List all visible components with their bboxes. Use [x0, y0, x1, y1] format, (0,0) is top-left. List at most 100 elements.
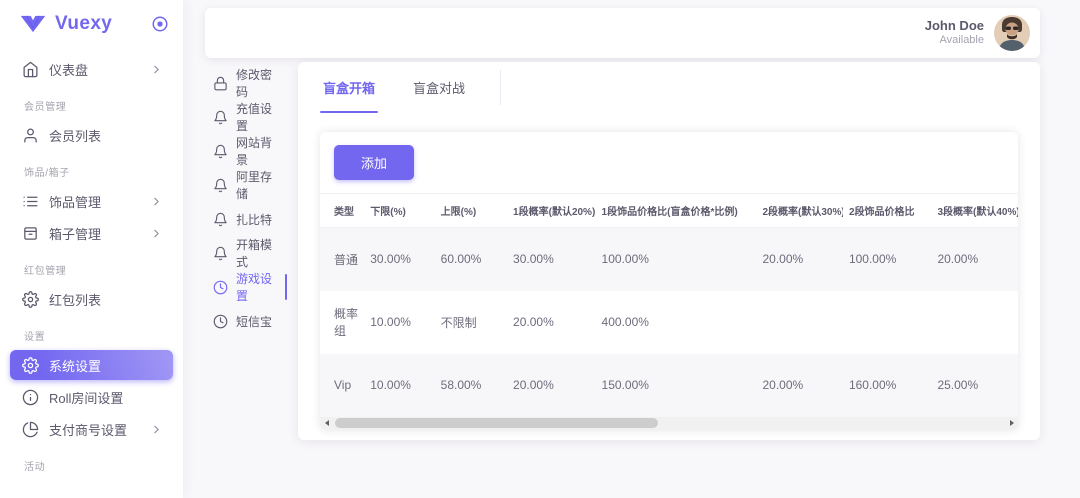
scroll-left-arrow-icon[interactable] [320, 417, 333, 430]
sidebar-item-member-list[interactable]: 会员列表 [10, 120, 173, 150]
submenu-item-label: 阿里存储 [236, 168, 283, 202]
user-name: John Doe [925, 18, 984, 34]
tab-blindbox-open[interactable]: 盲盒开箱 [320, 62, 378, 113]
box-icon [22, 225, 39, 242]
sidebar-item-system-settings[interactable]: 系统设置 [10, 350, 173, 380]
cell-stage1-probability: 20.00% [507, 291, 596, 354]
settings-submenu: 修改密码 充值设置 网站背景 阿里存储 扎比特 开箱模式 游戏设置 短信宝 [205, 66, 283, 338]
add-button[interactable]: 添加 [334, 145, 414, 180]
tab-bar: 盲盒开箱 盲盒对战 [298, 62, 1040, 113]
sidebar-item-label: Roll房间设置 [49, 388, 123, 407]
submenu-item-ali-storage[interactable]: 阿里存储 [205, 168, 283, 202]
cell-stage2-price-ratio [843, 291, 932, 354]
chevron-right-icon [150, 63, 163, 76]
clock-icon [213, 280, 228, 295]
col-header-stage1-probability: 1段概率(默认20%) [507, 194, 596, 228]
col-header-lower-limit: 下限(%) [364, 194, 434, 228]
user-icon [22, 127, 39, 144]
cell-stage1-probability: 30.00% [507, 228, 596, 291]
user-info: John Doe Available [925, 18, 984, 48]
sidebar-pin-toggle[interactable] [151, 15, 169, 33]
submenu-item-game-settings[interactable]: 游戏设置 [205, 270, 283, 304]
col-header-stage2-price-ratio: 2段饰品价格比 [843, 194, 932, 228]
submenu-item-label: 开箱模式 [236, 236, 283, 270]
submenu-item-label: 修改密码 [236, 66, 283, 100]
gear-icon [22, 291, 39, 308]
cell-stage3-probability: 20.00% [931, 228, 1018, 291]
sidebar-item-dashboard[interactable]: 仪表盘 [10, 54, 173, 84]
sidebar-item-label: 系统设置 [49, 356, 101, 375]
sidebar-item-roll-room-settings[interactable]: Roll房间设置 [10, 382, 173, 412]
info-icon [22, 389, 39, 406]
cell-stage3-probability: 25.00% [931, 354, 1018, 417]
sidebar-section-member: 会员管理 [24, 102, 183, 114]
pie-chart-icon [22, 421, 39, 438]
chevron-right-icon [150, 195, 163, 208]
submenu-item-zhabite[interactable]: 扎比特 [205, 202, 283, 236]
submenu-item-label: 扎比特 [236, 211, 272, 228]
submenu-item-unbox-mode[interactable]: 开箱模式 [205, 236, 283, 270]
submenu-item-change-password[interactable]: 修改密码 [205, 66, 283, 100]
sidebar-item-redpacket-list[interactable]: 红包列表 [10, 284, 173, 314]
list-icon [22, 193, 39, 210]
col-header-type: 类型 [320, 194, 364, 228]
cell-upper-limit: 60.00% [435, 228, 507, 291]
col-header-stage2-probability: 2段概率(默认30%) [756, 194, 842, 228]
cell-stage3-probability [931, 291, 1018, 354]
game-settings-table-card: 添加 类型 下限(%) 上限(%) 1段概率(默认20%) 1段饰品价格比(盲盒… [320, 132, 1018, 430]
col-header-upper-limit: 上限(%) [435, 194, 507, 228]
submenu-item-sms-bao[interactable]: 短信宝 [205, 304, 283, 338]
sidebar-section-activity: 活动 [24, 462, 183, 474]
bell-icon [213, 110, 228, 125]
bell-icon [213, 212, 228, 227]
sidebar-item-payment-merchant-settings[interactable]: 支付商号设置 [10, 414, 173, 444]
cell-stage1-probability: 20.00% [507, 354, 596, 417]
tab-blindbox-battle[interactable]: 盲盒对战 [410, 62, 468, 113]
col-header-stage1-price-ratio: 1段饰品价格比(盲盒价格*比例) [596, 194, 757, 228]
horizontal-scrollbar[interactable] [320, 417, 1018, 430]
clock-icon [213, 314, 228, 329]
cell-stage2-probability [756, 291, 842, 354]
cell-type: Vip [320, 354, 364, 417]
sidebar-item-label: 红包列表 [49, 290, 101, 309]
submenu-item-recharge-settings[interactable]: 充值设置 [205, 100, 283, 134]
brand-name: Vuexy [55, 13, 151, 35]
top-header: John Doe Available [205, 8, 1040, 58]
bell-icon [213, 178, 228, 193]
sidebar-item-accessory-mgmt[interactable]: 饰品管理 [10, 186, 173, 216]
bell-icon [213, 246, 228, 261]
cell-lower-limit: 10.00% [364, 354, 434, 417]
user-avatar[interactable] [994, 15, 1030, 51]
table-toolbar: 添加 [320, 132, 1018, 193]
cell-stage2-probability: 20.00% [756, 228, 842, 291]
submenu-item-label: 充值设置 [236, 100, 283, 134]
cell-upper-limit: 不限制 [435, 291, 507, 354]
scroll-right-arrow-icon[interactable] [1005, 417, 1018, 430]
cell-upper-limit: 58.00% [435, 354, 507, 417]
sidebar-section-settings: 设置 [24, 332, 183, 344]
sidebar-nav: 仪表盘 会员管理 会员列表 饰品/箱子 饰品管理 箱子管理 红包管理 红包列表 … [0, 48, 183, 474]
chevron-right-icon [150, 423, 163, 436]
cell-type: 概率组 [320, 291, 364, 354]
cell-stage1-price-ratio: 400.00% [596, 291, 757, 354]
submenu-item-site-background[interactable]: 网站背景 [205, 134, 283, 168]
scrollbar-thumb[interactable] [335, 418, 658, 428]
sidebar: Vuexy 仪表盘 会员管理 会员列表 饰品/箱子 饰品管理 箱子管理 [0, 0, 183, 498]
submenu-item-label: 短信宝 [236, 313, 272, 330]
scrollbar-track[interactable] [333, 417, 1005, 430]
table-header-row: 类型 下限(%) 上限(%) 1段概率(默认20%) 1段饰品价格比(盲盒价格*… [320, 194, 1018, 228]
avatar-image [994, 15, 1030, 51]
sidebar-item-label: 支付商号设置 [49, 420, 127, 439]
sidebar-item-label: 箱子管理 [49, 224, 101, 243]
table-row: 概率组 10.00% 不限制 20.00% 400.00% [320, 291, 1018, 354]
cell-stage1-price-ratio: 100.00% [596, 228, 757, 291]
cell-lower-limit: 10.00% [364, 291, 434, 354]
cell-lower-limit: 30.00% [364, 228, 434, 291]
brand-logo-row[interactable]: Vuexy [0, 0, 183, 48]
bell-icon [213, 144, 228, 159]
sidebar-item-label: 仪表盘 [49, 60, 88, 79]
sidebar-item-label: 饰品管理 [49, 192, 101, 211]
sidebar-item-box-mgmt[interactable]: 箱子管理 [10, 218, 173, 248]
record-circle-icon [151, 15, 169, 33]
home-icon [22, 61, 39, 78]
